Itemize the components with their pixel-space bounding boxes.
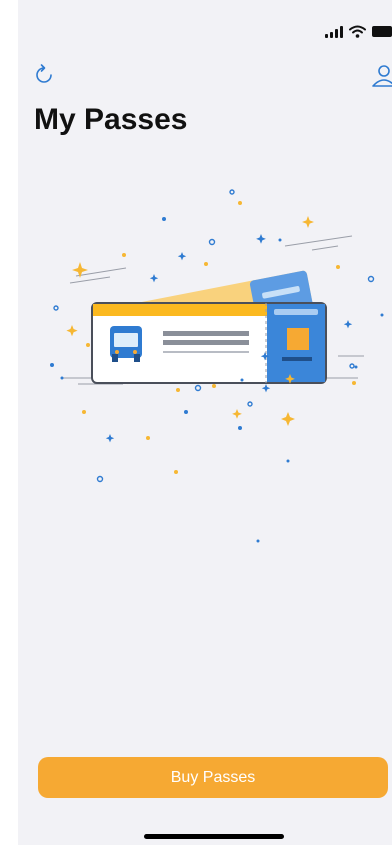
app-screen: My Passes Buy Passes <box>18 0 392 845</box>
account-icon[interactable] <box>372 64 392 88</box>
bus-tickets-illustration <box>50 189 384 543</box>
signal-icon <box>325 24 343 38</box>
buy-passes-button[interactable]: Buy Passes <box>38 757 388 798</box>
refresh-icon[interactable] <box>32 62 56 86</box>
status-bar <box>325 24 392 38</box>
page-title: My Passes <box>34 103 188 136</box>
home-indicator <box>144 834 284 839</box>
battery-icon <box>372 25 392 37</box>
wifi-icon <box>349 25 366 38</box>
